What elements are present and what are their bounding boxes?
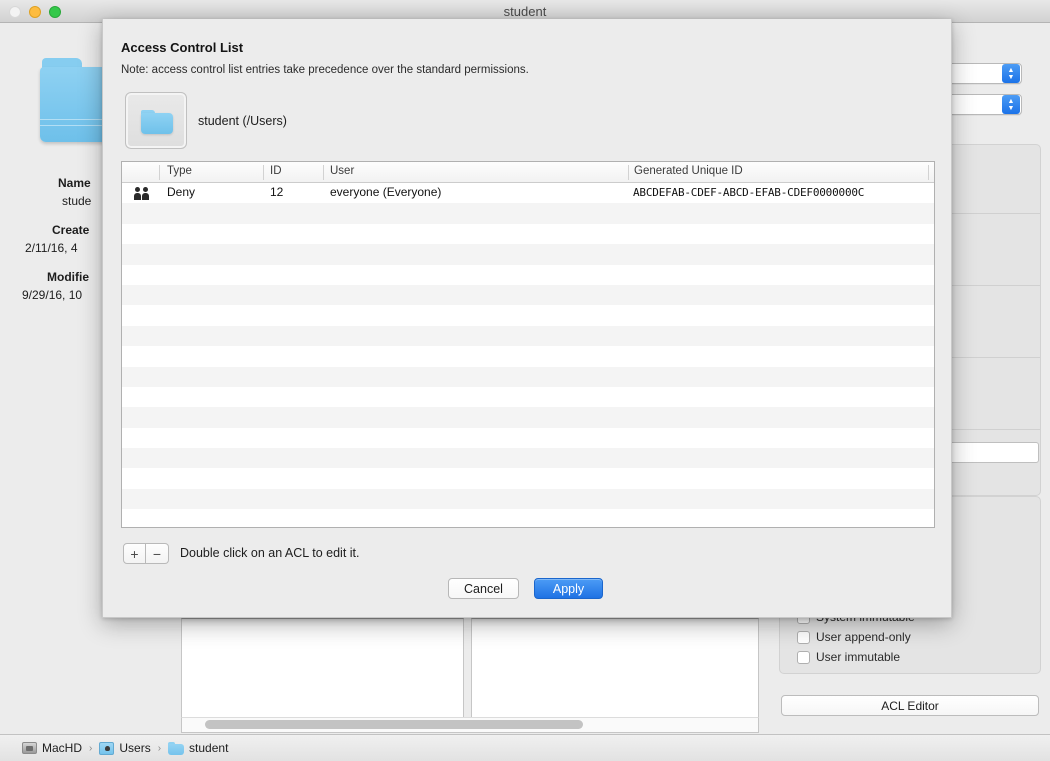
created-value: 2/11/16, 4 — [25, 241, 78, 255]
acl-add-remove-group: + − — [123, 543, 169, 564]
table-row-empty[interactable] — [122, 386, 934, 408]
table-row-empty[interactable] — [122, 407, 934, 428]
column-divider[interactable] — [323, 165, 324, 180]
modified-value: 9/29/16, 10 — [22, 288, 83, 302]
table-row-empty[interactable] — [122, 203, 934, 224]
pane-top-shadow — [182, 619, 463, 627]
table-row-empty[interactable] — [122, 325, 934, 347]
disk-icon — [22, 742, 37, 754]
breadcrumb-separator: › — [89, 742, 93, 754]
cancel-button[interactable]: Cancel — [448, 578, 519, 599]
dialog-hint: Double click on an ACL to edit it. — [180, 546, 360, 560]
acl-table-body: Deny 12 everyone (Everyone) ABCDEFAB-CDE… — [122, 183, 934, 527]
cell-id: 12 — [270, 185, 284, 199]
checkbox-user-append-only[interactable] — [797, 630, 810, 644]
horizontal-scrollbar-thumb[interactable] — [205, 720, 583, 729]
stepper-icon[interactable]: ▲ ▼ — [1002, 95, 1020, 114]
access-control-list-dialog: Access Control List Note: access control… — [102, 19, 952, 618]
group-icon — [134, 187, 152, 200]
flag-label: User immutable — [816, 650, 901, 664]
table-row-empty[interactable] — [122, 448, 934, 469]
table-row-empty[interactable] — [122, 468, 934, 489]
group-head — [143, 187, 148, 192]
table-row[interactable]: Deny 12 everyone (Everyone) ABCDEFAB-CDE… — [122, 183, 934, 204]
table-row-empty[interactable] — [122, 509, 934, 527]
table-row-empty[interactable] — [122, 264, 934, 285]
target-name-label: student (/Users) — [198, 114, 287, 128]
cell-user: everyone (Everyone) — [330, 185, 442, 199]
checkbox-user-immutable[interactable] — [797, 650, 810, 664]
table-row-empty[interactable] — [122, 223, 934, 245]
target-icon-well — [125, 92, 187, 149]
table-row-empty[interactable] — [122, 284, 934, 306]
dialog-title: Access Control List — [121, 40, 244, 55]
column-divider[interactable] — [159, 165, 160, 180]
column-header-type[interactable]: Type — [167, 165, 192, 177]
column-divider[interactable] — [928, 165, 929, 180]
flag-label: User append-only — [816, 630, 911, 644]
folder-icon — [141, 110, 173, 134]
breadcrumb-label: Users — [119, 741, 151, 755]
table-row-empty[interactable] — [122, 244, 934, 265]
users-folder-icon — [99, 741, 115, 755]
acl-editor-button-label: ACL Editor — [881, 698, 939, 713]
breadcrumb-item-student[interactable]: student — [168, 741, 228, 755]
table-row-empty[interactable] — [122, 427, 934, 449]
column-divider[interactable] — [628, 165, 629, 180]
folder-body — [168, 743, 185, 755]
breadcrumb-label: MacHD — [42, 741, 83, 755]
flag-row-user-immutable[interactable]: User immutable — [797, 650, 900, 664]
modified-label: Modifie — [47, 270, 89, 284]
pane-top-shadow — [472, 619, 758, 627]
window-title: student — [503, 4, 547, 19]
acl-table-header: Type ID User Generated Unique ID — [122, 162, 934, 183]
table-row-empty[interactable] — [122, 366, 934, 387]
right-list-pane[interactable] — [471, 618, 759, 718]
column-header-id[interactable]: ID — [270, 165, 282, 177]
name-value: stude — [62, 194, 92, 208]
dialog-note: Note: access control list entries take p… — [121, 64, 529, 76]
remove-acl-button[interactable]: − — [146, 543, 169, 564]
breadcrumb: MacHD › Users › student — [0, 734, 1050, 761]
breadcrumb-label: student — [189, 741, 229, 755]
add-acl-button[interactable]: + — [123, 543, 146, 564]
left-list-pane[interactable] — [181, 618, 464, 718]
group-head — [135, 187, 140, 192]
folder-icon — [168, 741, 185, 755]
table-row-empty[interactable] — [122, 305, 934, 326]
breadcrumb-item-users[interactable]: Users — [99, 741, 151, 755]
column-divider[interactable] — [263, 165, 264, 180]
stepper-icon[interactable]: ▲ ▼ — [1002, 64, 1020, 83]
flag-row-user-append-only[interactable]: User append-only — [797, 630, 911, 644]
created-label: Create — [52, 223, 90, 237]
acl-editor-button[interactable]: ACL Editor — [781, 695, 1039, 716]
group-body — [142, 193, 149, 200]
group-body — [134, 193, 141, 200]
column-header-uuid[interactable]: Generated Unique ID — [634, 165, 743, 177]
breadcrumb-item-machd[interactable]: MacHD — [22, 741, 82, 755]
column-header-user[interactable]: User — [330, 165, 354, 177]
acl-table[interactable]: Type ID User Generated Unique ID Deny 12… — [121, 161, 935, 528]
name-label: Name — [58, 176, 91, 190]
apply-button[interactable]: Apply — [534, 578, 603, 599]
table-row-empty[interactable] — [122, 346, 934, 367]
cancel-button-label: Cancel — [464, 581, 503, 596]
folder-body — [141, 113, 173, 134]
cell-uuid: ABCDEFAB-CDEF-ABCD-EFAB-CDEF0000000C — [633, 186, 865, 199]
cell-type: Deny — [167, 185, 196, 199]
breadcrumb-separator: › — [157, 742, 162, 754]
table-row-empty[interactable] — [122, 488, 934, 510]
apply-button-label: Apply — [552, 581, 585, 596]
